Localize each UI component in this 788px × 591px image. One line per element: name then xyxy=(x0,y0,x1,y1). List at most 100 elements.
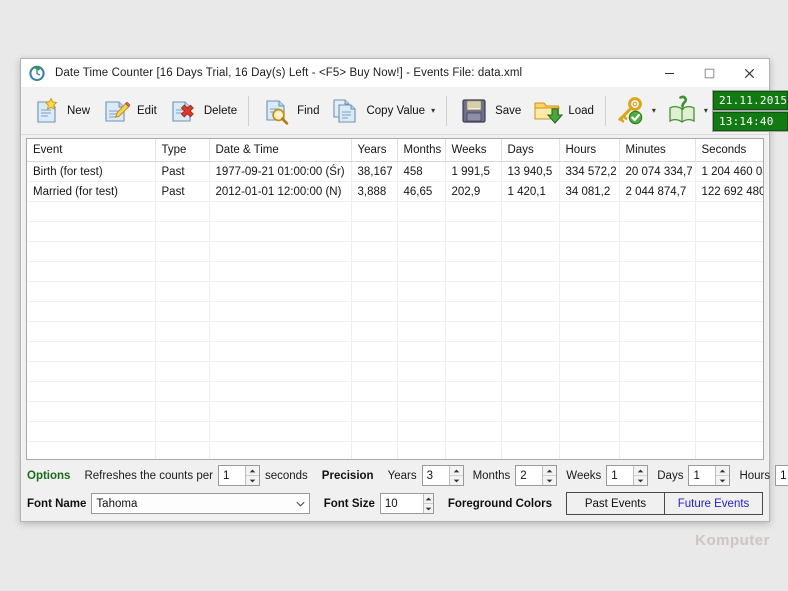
help-button[interactable]: ▾ xyxy=(661,91,713,131)
chevron-down-icon[interactable] xyxy=(296,499,305,509)
cell-months: 458 xyxy=(397,161,446,182)
empty-table-row[interactable] xyxy=(27,361,763,382)
new-document-star-icon xyxy=(30,95,62,127)
save-button[interactable]: Save xyxy=(453,91,526,131)
empty-cell xyxy=(209,381,352,402)
empty-cell xyxy=(559,421,620,442)
delete-cross-icon xyxy=(167,95,199,127)
column-header-minutes[interactable]: Minutes xyxy=(619,139,696,162)
close-button[interactable] xyxy=(729,59,769,87)
screenshot-root: Date Time Counter [16 Days Trial, 16 Day… xyxy=(0,0,788,591)
column-header-years[interactable]: Years xyxy=(351,139,398,162)
column-header-type[interactable]: Type xyxy=(155,139,210,162)
font-size-input[interactable] xyxy=(380,494,423,513)
empty-cell xyxy=(209,421,352,442)
cell-type: Past xyxy=(155,161,210,182)
load-button[interactable]: Load xyxy=(526,91,599,131)
empty-cell xyxy=(351,361,398,382)
stepper-up-icon[interactable] xyxy=(423,494,433,504)
minimize-button[interactable] xyxy=(649,59,689,87)
new-button[interactable]: New xyxy=(25,91,95,131)
stepper-arrows[interactable] xyxy=(633,466,648,485)
empty-table-row[interactable] xyxy=(27,341,763,362)
column-header-hours[interactable]: Hours xyxy=(559,139,620,162)
stepper-down-icon[interactable] xyxy=(424,504,433,513)
empty-cell xyxy=(501,341,560,362)
delete-button[interactable]: Delete xyxy=(162,91,242,131)
empty-table-row[interactable] xyxy=(27,201,763,222)
empty-cell xyxy=(559,321,620,342)
stepper-arrows[interactable] xyxy=(422,494,433,513)
refresh-interval-stepper[interactable] xyxy=(217,465,260,486)
chevron-down-icon[interactable]: ▾ xyxy=(652,107,656,115)
events-grid[interactable]: Event Type Date & Time Years Months Week… xyxy=(26,138,764,460)
edit-button[interactable]: Edit xyxy=(95,91,162,131)
maximize-button[interactable] xyxy=(689,59,729,87)
empty-cell xyxy=(619,401,696,422)
cell-hours: 34 081,2 xyxy=(559,181,620,202)
empty-table-row[interactable] xyxy=(27,441,763,459)
font-name-select[interactable]: Tahoma xyxy=(91,493,310,514)
stepper-down-icon[interactable] xyxy=(716,476,729,485)
precision-days-input[interactable] xyxy=(689,466,716,485)
precision-hours-input[interactable] xyxy=(776,466,788,485)
title-bar: Date Time Counter [16 Days Trial, 16 Day… xyxy=(21,59,769,88)
find-button[interactable]: Find xyxy=(255,91,324,131)
register-button[interactable]: ▾ xyxy=(609,91,661,131)
toolbar-separator-3 xyxy=(604,96,606,126)
cell-seconds: 122 692 480 xyxy=(695,181,763,202)
column-header-event[interactable]: Event xyxy=(27,139,156,162)
stepper-arrows[interactable] xyxy=(542,466,557,485)
column-header-seconds[interactable]: Seconds xyxy=(695,139,763,162)
empty-table-row[interactable] xyxy=(27,421,763,442)
empty-cell xyxy=(27,381,156,402)
stepper-up-icon[interactable] xyxy=(634,466,648,476)
empty-cell xyxy=(209,221,352,242)
stepper-down-icon[interactable] xyxy=(543,476,556,485)
empty-table-row[interactable] xyxy=(27,301,763,322)
watermark: Komputer xyxy=(695,532,770,549)
past-events-color-button[interactable]: Past Events xyxy=(567,493,665,514)
stepper-down-icon[interactable] xyxy=(450,476,463,485)
chevron-down-icon[interactable]: ▾ xyxy=(704,107,708,115)
precision-years-stepper[interactable] xyxy=(421,465,464,486)
empty-cell xyxy=(619,441,696,459)
stepper-arrows[interactable] xyxy=(715,466,730,485)
stepper-up-icon[interactable] xyxy=(543,466,557,476)
stepper-up-icon[interactable] xyxy=(245,466,259,476)
empty-table-row[interactable] xyxy=(27,401,763,422)
precision-months-input[interactable] xyxy=(516,466,543,485)
empty-table-row[interactable] xyxy=(27,241,763,262)
column-header-weeks[interactable]: Weeks xyxy=(445,139,502,162)
empty-table-row[interactable] xyxy=(27,261,763,282)
empty-cell xyxy=(155,381,210,402)
empty-table-row[interactable] xyxy=(27,381,763,402)
precision-hours-stepper[interactable] xyxy=(775,465,788,486)
empty-table-row[interactable] xyxy=(27,321,763,342)
stepper-down-icon[interactable] xyxy=(634,476,647,485)
stepper-up-icon[interactable] xyxy=(449,466,463,476)
future-events-color-button[interactable]: Future Events xyxy=(665,493,762,514)
empty-table-row[interactable] xyxy=(27,221,763,242)
precision-years-label: Years xyxy=(387,469,417,482)
table-row[interactable]: Birth (for test) Past 1977-09-21 01:00:0… xyxy=(27,161,763,182)
precision-weeks-input[interactable] xyxy=(607,466,634,485)
stepper-arrows[interactable] xyxy=(448,466,463,485)
table-row[interactable]: Married (for test) Past 2012-01-01 12:00… xyxy=(27,181,763,202)
column-header-days[interactable]: Days xyxy=(501,139,560,162)
column-header-datetime[interactable]: Date & Time xyxy=(209,139,352,162)
precision-years-input[interactable] xyxy=(422,466,449,485)
empty-table-row[interactable] xyxy=(27,281,763,302)
precision-days-stepper[interactable] xyxy=(688,465,731,486)
stepper-arrows[interactable] xyxy=(244,466,259,485)
chevron-down-icon[interactable]: ▾ xyxy=(431,107,435,115)
stepper-up-icon[interactable] xyxy=(716,466,730,476)
cell-days: 13 940,5 xyxy=(501,161,560,182)
font-size-stepper[interactable] xyxy=(379,493,434,514)
column-header-months[interactable]: Months xyxy=(397,139,446,162)
copy-value-button[interactable]: Copy Value ▾ xyxy=(324,91,440,131)
precision-weeks-stepper[interactable] xyxy=(606,465,649,486)
refresh-interval-input[interactable] xyxy=(218,466,245,485)
precision-months-stepper[interactable] xyxy=(515,465,558,486)
stepper-down-icon[interactable] xyxy=(246,476,259,485)
